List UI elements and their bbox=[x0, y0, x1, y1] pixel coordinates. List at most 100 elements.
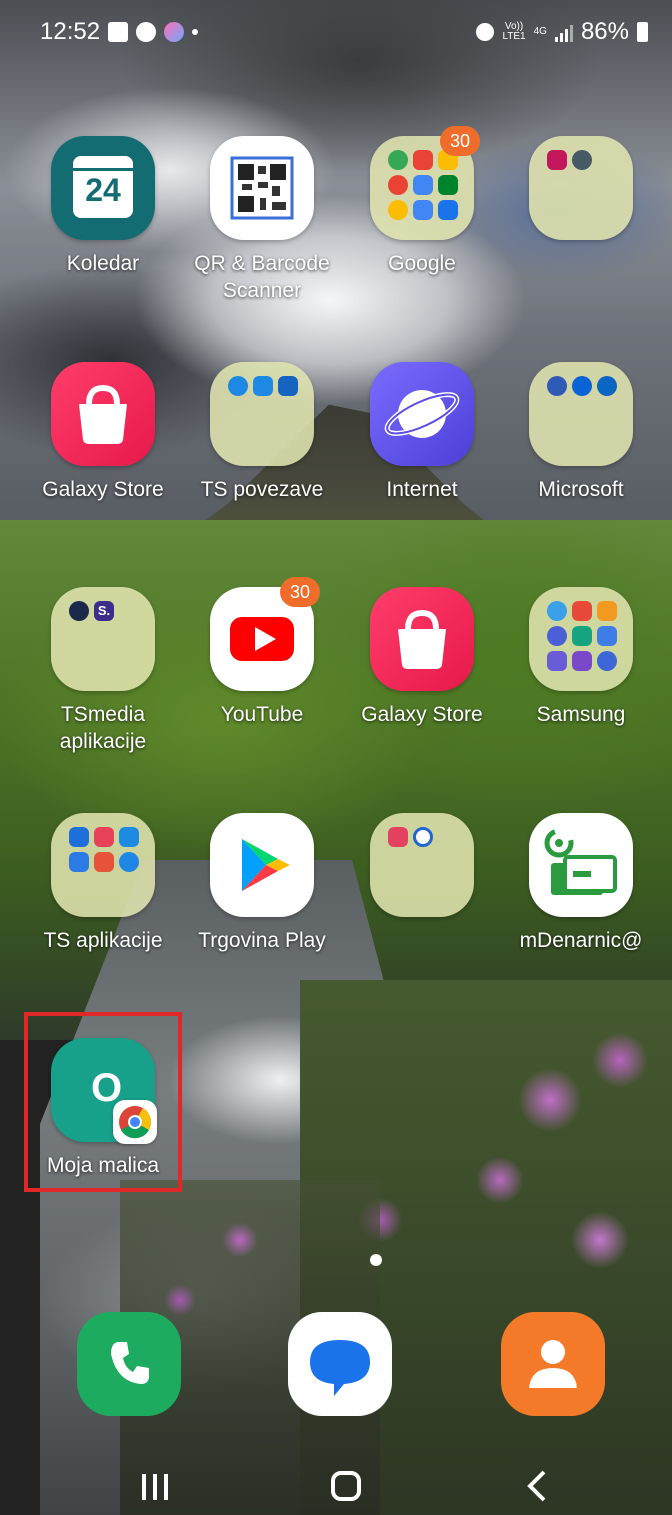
notification-badge: 30 bbox=[440, 126, 480, 156]
app-label: Samsung bbox=[536, 703, 626, 726]
smartthings-icon bbox=[597, 651, 617, 671]
mail-icon bbox=[253, 376, 273, 396]
volte-indicator: Vo)) LTE1 bbox=[502, 22, 525, 42]
media-icon bbox=[94, 852, 114, 872]
folder-ts-aplikacije[interactable]: TS aplikacije bbox=[23, 813, 183, 954]
signal-icon bbox=[554, 22, 573, 42]
status-right: Vo)) LTE1 4G 86% bbox=[476, 18, 648, 46]
folder-preview bbox=[69, 827, 139, 872]
play-store-graphic bbox=[242, 839, 290, 891]
folder-preview bbox=[547, 150, 617, 170]
app-trgovina-play[interactable]: Trgovina Play bbox=[182, 813, 342, 954]
folder-preview bbox=[228, 376, 298, 396]
app-label: Internet bbox=[386, 478, 458, 501]
folder-preview bbox=[388, 827, 458, 847]
alarm-icon bbox=[476, 23, 495, 41]
folder-preview bbox=[547, 376, 617, 396]
folder-icon bbox=[370, 813, 474, 917]
folder-icon bbox=[529, 362, 633, 466]
youtube-mini-icon bbox=[413, 150, 433, 170]
calendar-mini-icon bbox=[94, 827, 114, 847]
app-mdenarnica[interactable]: mDenarnic@ bbox=[501, 813, 661, 954]
app-label: Koledar bbox=[66, 252, 140, 275]
folder-microsoft[interactable]: Microsoft bbox=[501, 362, 661, 503]
bag-graphic bbox=[398, 609, 446, 669]
app-youtube[interactable]: 30 YouTube bbox=[182, 577, 342, 728]
app-label: Galaxy Store bbox=[361, 703, 483, 726]
qr-code-graphic bbox=[230, 156, 294, 220]
app-label: mDenarnic@ bbox=[519, 929, 643, 952]
shopping-bag-icon bbox=[370, 587, 474, 691]
status-time: 12:52 bbox=[40, 18, 101, 45]
flower-icon bbox=[547, 150, 567, 170]
bag-graphic bbox=[79, 384, 127, 444]
highlight-box bbox=[24, 1012, 182, 1192]
folder-icon bbox=[51, 813, 155, 917]
photos-icon bbox=[388, 200, 408, 220]
messages-mini-icon bbox=[413, 827, 433, 847]
back-icon bbox=[527, 1470, 546, 1502]
status-left: 12:52 bbox=[40, 18, 199, 46]
folder-unnamed-1[interactable] bbox=[501, 136, 661, 250]
news-icon bbox=[69, 601, 89, 621]
folder-samsung[interactable]: Samsung bbox=[501, 587, 661, 728]
wallet-graphic bbox=[544, 828, 617, 895]
messages-icon bbox=[310, 1340, 370, 1396]
settings-mini-icon bbox=[572, 150, 592, 170]
battery-percent: 86% bbox=[580, 18, 629, 45]
free-icon bbox=[572, 651, 592, 671]
shopping-bag-icon bbox=[51, 362, 155, 466]
ar-zone-icon bbox=[547, 651, 567, 671]
planet-graphic bbox=[384, 390, 460, 438]
notes-icon bbox=[597, 601, 617, 621]
network-type: 4G bbox=[533, 26, 547, 37]
meet-icon bbox=[438, 175, 458, 195]
calendar-date: 24 bbox=[85, 172, 121, 208]
contacts-app[interactable] bbox=[501, 1312, 605, 1416]
folder-preview bbox=[388, 150, 458, 220]
app-label: TSmedia aplikacije bbox=[59, 703, 147, 753]
app-galaxy-store[interactable]: Galaxy Store bbox=[23, 362, 183, 503]
app-galaxy-store-2[interactable]: Galaxy Store bbox=[342, 587, 502, 728]
folder-unnamed-2[interactable] bbox=[342, 813, 502, 927]
app-label: Galaxy Store bbox=[42, 478, 164, 501]
phone-icon bbox=[111, 1342, 149, 1384]
battery-icon bbox=[637, 22, 648, 42]
page-indicator bbox=[370, 1254, 382, 1266]
folder-preview bbox=[547, 601, 617, 671]
app-koledar[interactable]: 24 Koledar bbox=[23, 136, 183, 277]
status-bar: 12:52 Vo)) LTE1 4G 86% bbox=[0, 14, 672, 54]
document-icon bbox=[69, 852, 89, 872]
app-label: Trgovina Play bbox=[198, 929, 326, 952]
s-icon: S. bbox=[94, 601, 114, 621]
voice-recorder-icon bbox=[572, 601, 592, 621]
phone-app[interactable] bbox=[77, 1312, 181, 1416]
samsung-internet-mini-icon bbox=[547, 626, 567, 646]
instagram-icon bbox=[388, 827, 408, 847]
home-button[interactable] bbox=[326, 1466, 366, 1506]
phone-info-icon bbox=[119, 827, 139, 847]
office-icon bbox=[547, 376, 567, 396]
play-store-icon bbox=[210, 813, 314, 917]
back-button[interactable] bbox=[518, 1466, 558, 1506]
bixby-icon bbox=[547, 601, 567, 621]
folder-google[interactable]: 30 Google bbox=[342, 126, 502, 277]
onedrive-icon bbox=[572, 376, 592, 396]
app-label: TS povezave bbox=[200, 478, 324, 501]
recents-button[interactable] bbox=[136, 1466, 176, 1506]
gmail-icon bbox=[413, 175, 433, 195]
app-label: YouTube bbox=[220, 703, 304, 726]
app-label: TS aplikacije bbox=[43, 929, 163, 952]
app-qr-barcode-scanner[interactable]: QR & Barcode Scanner bbox=[182, 136, 342, 304]
folder-ts-povezave[interactable]: TS povezave bbox=[182, 362, 342, 503]
messages-app[interactable] bbox=[288, 1312, 392, 1416]
more-notifications-dot bbox=[192, 29, 199, 35]
phone-mini-icon bbox=[278, 376, 298, 396]
search-mini-icon bbox=[119, 852, 139, 872]
app-internet[interactable]: Internet bbox=[342, 362, 502, 503]
folder-icon bbox=[210, 362, 314, 466]
folder-tsmedia-aplikacije[interactable]: S. TSmedia aplikacije bbox=[23, 587, 183, 755]
maps-icon bbox=[388, 150, 408, 170]
qr-code-icon bbox=[210, 136, 314, 240]
app-icon bbox=[164, 22, 185, 42]
